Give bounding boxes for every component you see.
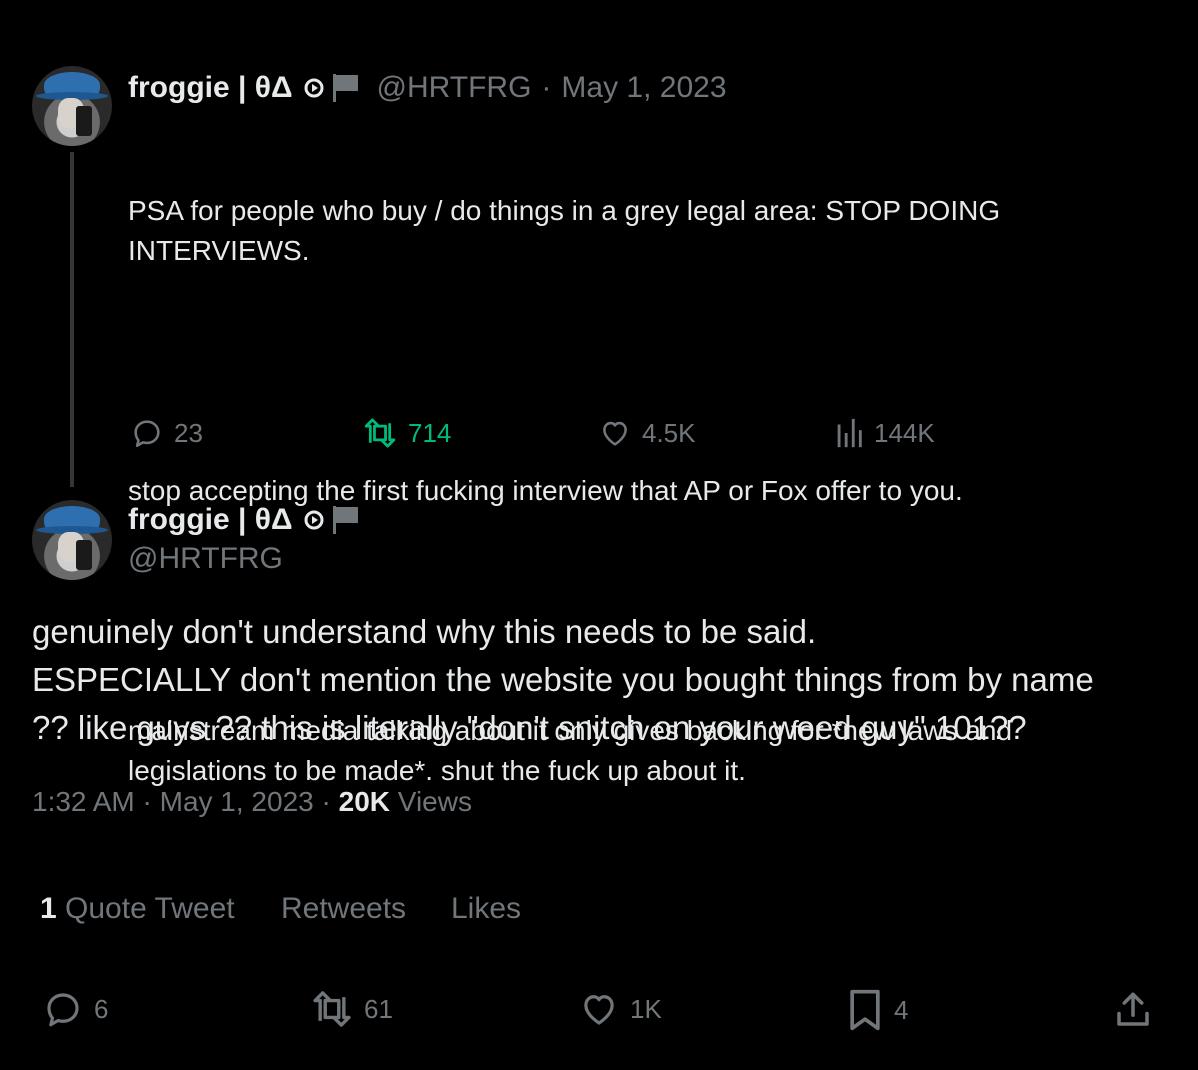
- views-count: 20K: [338, 786, 390, 817]
- avatar[interactable]: [32, 500, 112, 580]
- retweet-icon: [364, 418, 396, 448]
- retweets-link[interactable]: Retweets: [281, 892, 406, 926]
- original-tweet-header: froggie | θΔ @HRTFRG · May 1, 2023: [128, 68, 727, 108]
- reply-count: 23: [174, 417, 203, 448]
- thread-line: [70, 152, 74, 487]
- tweet-time[interactable]: 1:32 AM: [32, 786, 135, 817]
- like-stat[interactable]: 4.5K: [598, 416, 696, 450]
- like-count: 4.5K: [642, 417, 696, 448]
- share-button[interactable]: [1112, 988, 1154, 1032]
- reply-tweet-header: froggie | θΔ: [128, 500, 361, 540]
- flag-icon: [332, 74, 358, 102]
- quote-tweets-link[interactable]: 1 Quote Tweet: [40, 892, 235, 926]
- avatar[interactable]: [32, 66, 112, 146]
- bookmark-count: 4: [894, 994, 909, 1025]
- reply-icon: [134, 420, 160, 448]
- play-badge-icon: [304, 510, 324, 530]
- retweet-icon: [313, 991, 351, 1027]
- flag-icon: [332, 506, 358, 534]
- views-label: Views: [397, 786, 472, 817]
- date-separator: ·: [541, 71, 552, 104]
- views-count: 144K: [874, 417, 935, 448]
- views-icon: [837, 418, 862, 448]
- reply-stat[interactable]: 23: [130, 416, 203, 450]
- likes-link[interactable]: Likes: [451, 892, 521, 926]
- handle[interactable]: @HRTFRG: [377, 71, 532, 105]
- like-button[interactable]: 1K: [578, 988, 662, 1030]
- tweet-paragraph: PSA for people who buy / do things in a …: [128, 195, 1001, 266]
- like-count: 1K: [630, 993, 662, 1024]
- handle[interactable]: @HRTFRG: [128, 542, 283, 576]
- meta-separator: ·: [321, 786, 331, 817]
- like-icon: [584, 995, 614, 1025]
- share-icon: [1117, 992, 1149, 1026]
- reply-tweet-text: genuinely don't understand why this need…: [32, 613, 1094, 746]
- tweet-date[interactable]: May 1, 2023: [160, 786, 314, 817]
- quote-label: Quote Tweet: [65, 892, 235, 925]
- quote-count: 1: [40, 892, 57, 925]
- tweet-date[interactable]: May 1, 2023: [561, 71, 726, 105]
- bookmark-button[interactable]: 4: [846, 988, 908, 1032]
- retweet-stat[interactable]: 714: [362, 416, 451, 450]
- display-name[interactable]: froggie | θΔ: [128, 503, 293, 537]
- retweet-button[interactable]: 61: [310, 988, 393, 1030]
- display-name[interactable]: froggie | θΔ: [128, 71, 293, 105]
- retweet-count: 61: [364, 993, 393, 1024]
- like-icon: [603, 421, 627, 446]
- retweet-count: 714: [408, 417, 452, 448]
- tweet-meta: 1:32 AM · May 1, 2023 · 20K Views: [32, 786, 472, 818]
- meta-separator: ·: [142, 786, 152, 817]
- play-badge-icon: [304, 78, 324, 98]
- reply-button[interactable]: 6: [42, 988, 108, 1030]
- bookmark-icon: [850, 989, 880, 1031]
- reply-icon: [47, 993, 79, 1027]
- views-stat[interactable]: 144K: [834, 416, 935, 450]
- reply-count: 6: [94, 993, 109, 1024]
